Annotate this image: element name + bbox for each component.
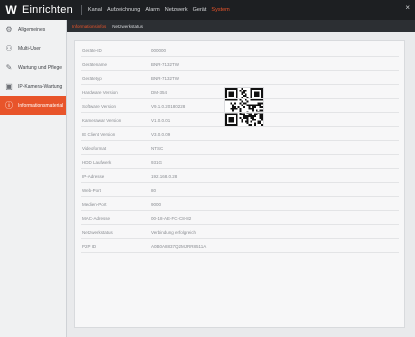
info-row-value: V1.0.0.01: [151, 117, 171, 123]
sidebar: ⚙ Allgemeines ⚇ Multi-User ✎ Wartung und…: [0, 20, 67, 337]
info-row-value: DM-354: [151, 89, 168, 95]
brand-logo-icon: W: [5, 3, 17, 17]
info-row: Gerätename BNR-7132TW: [82, 59, 179, 69]
menu-netzwerk[interactable]: Netzwerk: [165, 7, 188, 13]
menu-geraet[interactable]: Gerät: [193, 7, 207, 13]
info-row-value: V3.0.0.09: [151, 131, 171, 137]
row-divider: [81, 98, 399, 99]
info-row: Software Version V9.1.0.20180228: [82, 101, 185, 111]
info-row: Geräte-ID 000000: [82, 45, 166, 55]
info-row: Kamerawar Version V1.0.0.01: [82, 115, 170, 125]
info-row-value: BNR-7132TW: [151, 61, 180, 67]
info-row-key: Videoformat: [82, 145, 107, 151]
info-row: Hardware Version DM-354: [82, 87, 167, 97]
info-row-value: 000000: [151, 47, 167, 53]
info-row: MAC-Adresse 00-18-AE-FC-C8-82: [82, 213, 191, 223]
info-row-key: Web-Port: [82, 187, 101, 193]
content-area: Informationsinfos Netzwerkstatus Geräte-…: [67, 20, 415, 337]
sidebar-item-allgemeines[interactable]: ⚙ Allgemeines: [0, 20, 66, 39]
info-panel: Geräte-ID 000000 Gerätename BNR-7132TW Gerät…: [74, 40, 405, 328]
row-divider: [81, 154, 399, 155]
menu-kanal[interactable]: Kanal: [88, 7, 102, 13]
row-divider: [81, 70, 399, 71]
menu-alarm[interactable]: Alarm: [145, 7, 159, 13]
row-divider: [81, 84, 399, 85]
title-separator: [80, 5, 82, 15]
info-row: Videoformat NTSC: [82, 143, 163, 153]
wrench-icon: ✎: [5, 62, 13, 72]
tab-netzwerkstatus[interactable]: Netzwerkstatus: [109, 20, 146, 32]
sidebar-item-label: Multi-User: [18, 45, 41, 52]
info-row-value: 9000: [151, 201, 162, 207]
info-row-key: Kamerawar Version: [82, 117, 122, 123]
sidebar-item-multi-user[interactable]: ⚇ Multi-User: [0, 39, 66, 58]
user-icon: ⚇: [5, 43, 13, 53]
row-divider: [81, 224, 399, 225]
info-row-value: 931G: [151, 159, 163, 165]
info-row-key: P2P ID: [82, 243, 97, 249]
tab-bar: Informationsinfos Netzwerkstatus: [67, 20, 415, 32]
row-divider: [81, 168, 399, 169]
info-row-key: Medien-Port: [82, 201, 107, 207]
info-icon: ⓘ: [5, 100, 13, 110]
row-divider: [81, 196, 399, 197]
sidebar-item-label: Wartung und Pflege: [18, 64, 63, 71]
info-row-key: IE Client Version: [82, 131, 116, 137]
row-divider: [81, 126, 399, 127]
sidebar-item-wartung[interactable]: ✎ Wartung und Pflege: [0, 58, 66, 77]
app-title: Einrichten: [22, 4, 73, 16]
sidebar-item-label: Informationsmaterial: [18, 102, 64, 109]
info-row-value: BNR-7132TW: [151, 75, 180, 81]
row-divider: [81, 182, 399, 183]
info-row: Medien-Port 9000: [82, 199, 161, 209]
row-divider: [81, 140, 399, 141]
row-divider: [81, 238, 399, 239]
camera-icon: ▣: [5, 81, 13, 91]
qr-code-icon: [224, 87, 264, 127]
info-row-key: IP-Adresse: [82, 173, 105, 179]
menu-system[interactable]: System: [211, 7, 229, 13]
tab-informationsinfos[interactable]: Informationsinfos: [69, 20, 109, 32]
row-divider: [81, 56, 399, 57]
info-row-key: Software Version: [82, 103, 117, 109]
info-row: IP-Adresse 192.168.0.28: [82, 171, 177, 181]
info-row-value: NTSC: [151, 145, 164, 151]
info-row: Netzwerkstatus Verbindung erfolgreich: [82, 227, 196, 237]
info-row-key: Netzwerkstatus: [82, 229, 113, 235]
info-row-key: Gerätetyp: [82, 75, 102, 81]
top-bar: W Einrichten Kanal Aufzeichnung Alarm Ne…: [0, 0, 415, 20]
info-row-key: MAC-Adresse: [82, 215, 111, 221]
info-row: Gerätetyp BNR-7132TW: [82, 73, 179, 83]
row-divider: [81, 252, 399, 253]
info-row-key: HDD Laufwerk: [82, 159, 112, 165]
info-row-key: Geräte-ID: [82, 47, 102, 53]
info-row: HDD Laufwerk 931G: [82, 157, 162, 167]
info-row: P2P ID A0B0A8837Q2MJRR8511A: [82, 241, 206, 251]
sidebar-item-label: Allgemeines: [18, 26, 46, 33]
info-row-value: 00-18-AE-FC-C8-82: [151, 215, 192, 221]
sidebar-item-label: IP-Kamera-Wartung: [18, 83, 63, 90]
info-row: IE Client Version V3.0.0.09: [82, 129, 170, 139]
top-menu: Kanal Aufzeichnung Alarm Netzwerk Gerät …: [88, 7, 235, 13]
info-row-value: A0B0A8837Q2MJRR8511A: [151, 243, 207, 249]
info-row-value: V9.1.0.20180228: [151, 103, 186, 109]
menu-aufzeichnung[interactable]: Aufzeichnung: [107, 7, 140, 13]
row-divider: [81, 112, 399, 113]
info-row-value: Verbindung erfolgreich: [151, 229, 197, 235]
info-row-key: Hardware Version: [82, 89, 118, 95]
gear-icon: ⚙: [5, 24, 13, 34]
info-row-value: 80: [151, 187, 157, 193]
row-divider: [81, 210, 399, 211]
info-row-key: Gerätename: [82, 61, 108, 67]
sidebar-item-informationsmaterial[interactable]: ⓘ Informationsmaterial: [0, 96, 66, 115]
info-row-value: 192.168.0.28: [151, 173, 178, 179]
close-icon[interactable]: ×: [405, 4, 410, 12]
sidebar-item-ip-kamera[interactable]: ▣ IP-Kamera-Wartung: [0, 77, 66, 96]
info-row: Web-Port 80: [82, 185, 156, 195]
